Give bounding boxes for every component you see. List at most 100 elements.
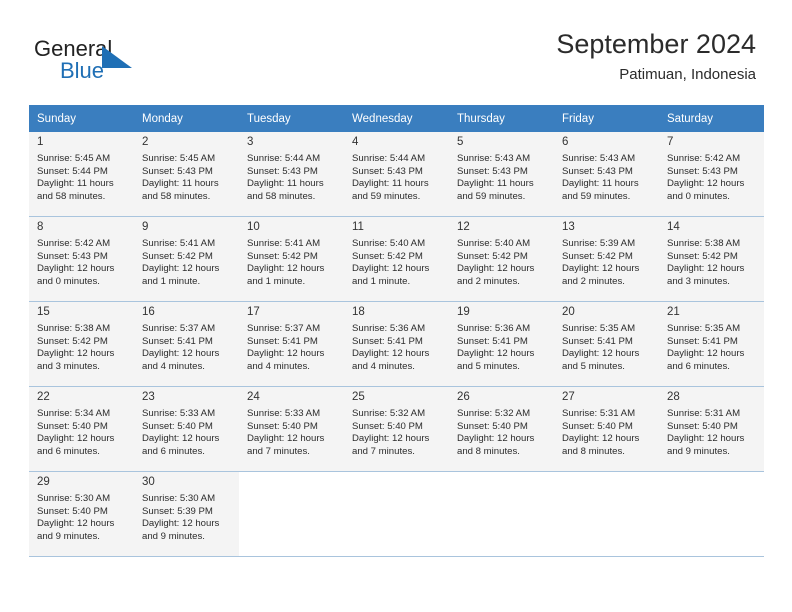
day-number: 27 <box>562 391 575 403</box>
title-block: September 2024 Patimuan, Indonesia <box>556 28 756 85</box>
day-number: 18 <box>352 306 365 318</box>
day-cell-empty <box>659 471 764 557</box>
day-cell[interactable]: 22 Sunrise: 5:34 AM Sunset: 5:40 PM Dayli… <box>29 386 134 472</box>
day-number: 9 <box>142 221 149 233</box>
day-cell[interactable]: 11 Sunrise: 5:40 AM Sunset: 5:42 PM Dayli… <box>344 216 449 302</box>
day-cell[interactable]: 25 Sunrise: 5:32 AM Sunset: 5:40 PM Dayli… <box>344 386 449 472</box>
day-number: 16 <box>142 306 155 318</box>
day-cell[interactable]: 5 Sunrise: 5:43 AM Sunset: 5:43 PM Daylig… <box>449 132 554 217</box>
day-details: Sunrise: 5:42 AM Sunset: 5:43 PM Dayligh… <box>37 238 115 287</box>
day-number: 13 <box>562 221 575 233</box>
day-details: Sunrise: 5:30 AM Sunset: 5:39 PM Dayligh… <box>142 493 220 542</box>
day-number: 19 <box>457 306 470 318</box>
day-cell-empty <box>344 471 449 557</box>
weekday-header-thursday: Thursday <box>449 105 554 132</box>
calendar-week-row: 29 Sunrise: 5:30 AM Sunset: 5:40 PM Dayli… <box>29 471 764 557</box>
calendar-body: 1 Sunrise: 5:45 AM Sunset: 5:44 PM Daylig… <box>29 132 764 557</box>
day-cell[interactable]: 21 Sunrise: 5:35 AM Sunset: 5:41 PM Dayli… <box>659 301 764 387</box>
calendar-week-row: 22 Sunrise: 5:34 AM Sunset: 5:40 PM Dayli… <box>29 386 764 472</box>
day-cell-empty <box>239 471 344 557</box>
day-number: 1 <box>37 136 44 148</box>
day-details: Sunrise: 5:38 AM Sunset: 5:42 PM Dayligh… <box>37 323 115 372</box>
day-details: Sunrise: 5:40 AM Sunset: 5:42 PM Dayligh… <box>457 238 535 287</box>
day-number: 11 <box>352 221 364 233</box>
day-cell[interactable]: 7 Sunrise: 5:42 AM Sunset: 5:43 PM Daylig… <box>659 132 764 217</box>
weekday-header-tuesday: Tuesday <box>239 105 344 132</box>
brand-logo[interactable]: General Blue <box>34 36 254 86</box>
calendar-week-row: 8 Sunrise: 5:42 AM Sunset: 5:43 PM Daylig… <box>29 216 764 302</box>
day-cell[interactable]: 29 Sunrise: 5:30 AM Sunset: 5:40 PM Dayli… <box>29 471 134 557</box>
day-cell[interactable]: 9 Sunrise: 5:41 AM Sunset: 5:42 PM Daylig… <box>134 216 239 302</box>
calendar-header-row: Sunday Monday Tuesday Wednesday Thursday… <box>29 105 764 132</box>
day-number: 7 <box>667 136 674 148</box>
day-cell[interactable]: 16 Sunrise: 5:37 AM Sunset: 5:41 PM Dayli… <box>134 301 239 387</box>
day-number: 26 <box>457 391 470 403</box>
day-cell[interactable]: 8 Sunrise: 5:42 AM Sunset: 5:43 PM Daylig… <box>29 216 134 302</box>
day-details: Sunrise: 5:43 AM Sunset: 5:43 PM Dayligh… <box>457 153 534 202</box>
day-details: Sunrise: 5:37 AM Sunset: 5:41 PM Dayligh… <box>247 323 325 372</box>
weekday-header-saturday: Saturday <box>659 105 764 132</box>
page-header: General Blue September 2024 Patimuan, In… <box>0 0 792 100</box>
weekday-header-sunday: Sunday <box>29 105 134 132</box>
day-cell[interactable]: 12 Sunrise: 5:40 AM Sunset: 5:42 PM Dayli… <box>449 216 554 302</box>
day-cell[interactable]: 4 Sunrise: 5:44 AM Sunset: 5:43 PM Daylig… <box>344 132 449 217</box>
day-details: Sunrise: 5:44 AM Sunset: 5:43 PM Dayligh… <box>247 153 324 202</box>
day-number: 6 <box>562 136 569 148</box>
day-cell[interactable]: 24 Sunrise: 5:33 AM Sunset: 5:40 PM Dayli… <box>239 386 344 472</box>
day-cell[interactable]: 20 Sunrise: 5:35 AM Sunset: 5:41 PM Dayli… <box>554 301 659 387</box>
calendar-grid: Sunday Monday Tuesday Wednesday Thursday… <box>29 105 764 557</box>
day-cell[interactable]: 3 Sunrise: 5:44 AM Sunset: 5:43 PM Daylig… <box>239 132 344 217</box>
day-number: 14 <box>667 221 680 233</box>
day-details: Sunrise: 5:31 AM Sunset: 5:40 PM Dayligh… <box>562 408 640 457</box>
day-number: 10 <box>247 221 260 233</box>
page-title: September 2024 <box>556 29 756 59</box>
day-details: Sunrise: 5:33 AM Sunset: 5:40 PM Dayligh… <box>142 408 220 457</box>
day-cell[interactable]: 15 Sunrise: 5:38 AM Sunset: 5:42 PM Dayli… <box>29 301 134 387</box>
day-cell[interactable]: 30 Sunrise: 5:30 AM Sunset: 5:39 PM Dayli… <box>134 471 239 557</box>
day-cell[interactable]: 28 Sunrise: 5:31 AM Sunset: 5:40 PM Dayli… <box>659 386 764 472</box>
day-details: Sunrise: 5:34 AM Sunset: 5:40 PM Dayligh… <box>37 408 115 457</box>
day-cell[interactable]: 1 Sunrise: 5:45 AM Sunset: 5:44 PM Daylig… <box>29 132 134 217</box>
day-number: 23 <box>142 391 155 403</box>
day-cell[interactable]: 10 Sunrise: 5:41 AM Sunset: 5:42 PM Dayli… <box>239 216 344 302</box>
day-cell[interactable]: 19 Sunrise: 5:36 AM Sunset: 5:41 PM Dayli… <box>449 301 554 387</box>
day-cell[interactable]: 18 Sunrise: 5:36 AM Sunset: 5:41 PM Dayli… <box>344 301 449 387</box>
triangle-flag-icon <box>102 46 132 71</box>
weekday-header-wednesday: Wednesday <box>344 105 449 132</box>
day-details: Sunrise: 5:33 AM Sunset: 5:40 PM Dayligh… <box>247 408 325 457</box>
page-subtitle: Patimuan, Indonesia <box>619 66 756 83</box>
day-cell[interactable]: 27 Sunrise: 5:31 AM Sunset: 5:40 PM Dayli… <box>554 386 659 472</box>
day-details: Sunrise: 5:40 AM Sunset: 5:42 PM Dayligh… <box>352 238 430 287</box>
day-number: 28 <box>667 391 680 403</box>
day-details: Sunrise: 5:41 AM Sunset: 5:42 PM Dayligh… <box>142 238 220 287</box>
day-details: Sunrise: 5:35 AM Sunset: 5:41 PM Dayligh… <box>667 323 745 372</box>
day-cell[interactable]: 6 Sunrise: 5:43 AM Sunset: 5:43 PM Daylig… <box>554 132 659 217</box>
day-details: Sunrise: 5:36 AM Sunset: 5:41 PM Dayligh… <box>352 323 430 372</box>
day-details: Sunrise: 5:37 AM Sunset: 5:41 PM Dayligh… <box>142 323 220 372</box>
day-number: 15 <box>37 306 50 318</box>
day-details: Sunrise: 5:38 AM Sunset: 5:42 PM Dayligh… <box>667 238 745 287</box>
brand-name-blue: Blue <box>60 58 105 83</box>
day-number: 2 <box>142 136 149 148</box>
day-details: Sunrise: 5:42 AM Sunset: 5:43 PM Dayligh… <box>667 153 745 202</box>
day-cell[interactable]: 26 Sunrise: 5:32 AM Sunset: 5:40 PM Dayli… <box>449 386 554 472</box>
day-details: Sunrise: 5:32 AM Sunset: 5:40 PM Dayligh… <box>457 408 535 457</box>
day-number: 25 <box>352 391 365 403</box>
day-details: Sunrise: 5:31 AM Sunset: 5:40 PM Dayligh… <box>667 408 745 457</box>
day-number: 3 <box>247 136 254 148</box>
day-cell[interactable]: 14 Sunrise: 5:38 AM Sunset: 5:42 PM Dayli… <box>659 216 764 302</box>
day-details: Sunrise: 5:41 AM Sunset: 5:42 PM Dayligh… <box>247 238 325 287</box>
day-details: Sunrise: 5:30 AM Sunset: 5:40 PM Dayligh… <box>37 493 115 542</box>
day-cell[interactable]: 17 Sunrise: 5:37 AM Sunset: 5:41 PM Dayli… <box>239 301 344 387</box>
day-cell[interactable]: 2 Sunrise: 5:45 AM Sunset: 5:43 PM Daylig… <box>134 132 239 217</box>
day-cell[interactable]: 13 Sunrise: 5:39 AM Sunset: 5:42 PM Dayli… <box>554 216 659 302</box>
day-cell-empty <box>449 471 554 557</box>
day-details: Sunrise: 5:32 AM Sunset: 5:40 PM Dayligh… <box>352 408 430 457</box>
day-number: 17 <box>247 306 260 318</box>
weekday-header-monday: Monday <box>134 105 239 132</box>
calendar-week-row: 15 Sunrise: 5:38 AM Sunset: 5:42 PM Dayli… <box>29 301 764 387</box>
day-number: 5 <box>457 136 464 148</box>
day-cell-empty <box>554 471 659 557</box>
day-cell[interactable]: 23 Sunrise: 5:33 AM Sunset: 5:40 PM Dayli… <box>134 386 239 472</box>
calendar-week-row: 1 Sunrise: 5:45 AM Sunset: 5:44 PM Daylig… <box>29 132 764 217</box>
